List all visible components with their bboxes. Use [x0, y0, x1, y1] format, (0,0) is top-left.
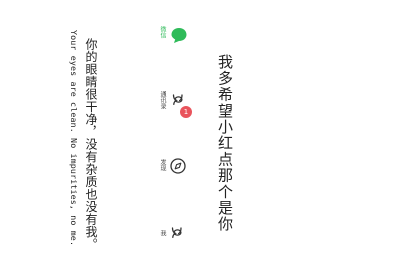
person-icon: [171, 227, 182, 239]
tab-wechat-label: 微信: [159, 26, 166, 38]
tab-me-label: 我: [159, 230, 166, 236]
unread-badge: 1: [180, 106, 192, 118]
tab-contacts[interactable]: 通讯录: [152, 88, 200, 128]
rotated-screen: 我多希望小红点那个是你 你的眼睛很干净，没有杂质也没有我。 Your eyes …: [0, 0, 400, 268]
headline: 我多希望小红点那个是你: [216, 54, 234, 233]
compass-icon: [170, 158, 186, 174]
tab-me[interactable]: 我: [152, 220, 200, 260]
quote-english: Your eyes are clean. No impurities, no m…: [69, 30, 79, 247]
quote-chinese: 你的眼睛很干净，没有杂质也没有我。: [84, 38, 98, 251]
chat-bubble-icon: [171, 28, 187, 43]
tab-contacts-label: 通讯录: [159, 91, 166, 109]
tab-discover[interactable]: 发现: [152, 148, 200, 188]
tab-wechat[interactable]: 微信: [152, 22, 200, 62]
tab-discover-label: 发现: [159, 159, 166, 171]
